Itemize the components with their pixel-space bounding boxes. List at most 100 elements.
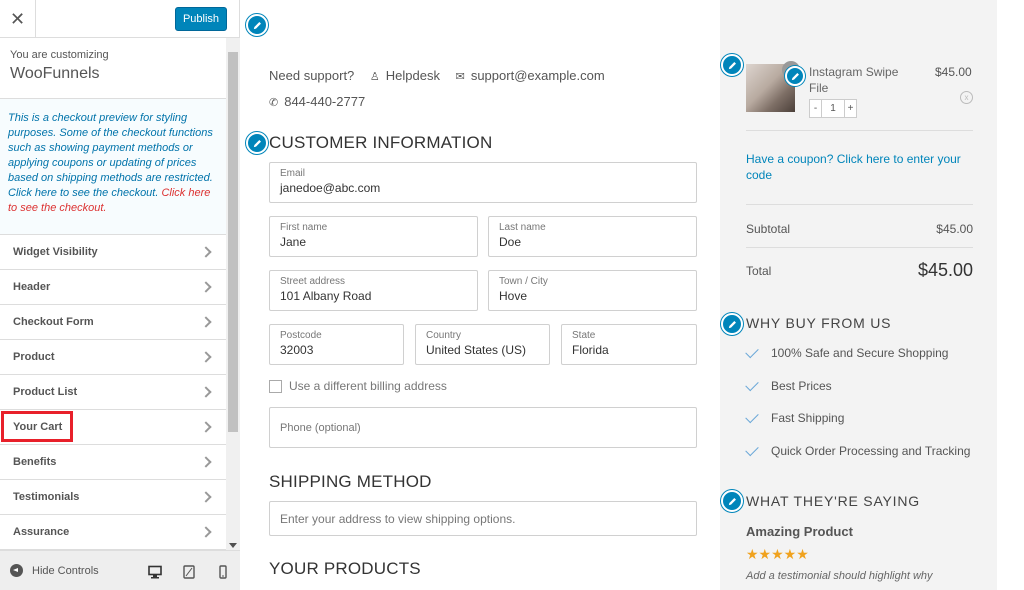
field-value: Doe: [499, 235, 522, 249]
collapse-arrow-icon[interactable]: [10, 564, 23, 577]
remove-item-button[interactable]: x: [960, 91, 973, 104]
testimonial-text: Add a testimonial should highlight why: [746, 570, 933, 582]
support-phone: ✆ 844-440-2777: [269, 94, 365, 109]
field-value: 32003: [280, 343, 314, 357]
divider: [746, 130, 973, 131]
country-select[interactable]: Country United States (US): [415, 324, 550, 365]
street-address-field[interactable]: Street address 101 Albany Road: [269, 270, 478, 311]
menu-item-assurance[interactable]: Assurance: [0, 515, 226, 550]
field-label: Postcode: [280, 330, 322, 341]
edit-header-pencil-icon[interactable]: [246, 14, 268, 36]
billing-address-option[interactable]: Use a different billing address: [269, 379, 447, 393]
user-icon: ♙: [369, 71, 380, 83]
highlight-box: [1, 411, 73, 442]
sidebar-footer: Hide Controls: [0, 550, 240, 590]
qty-decrease-button[interactable]: -: [809, 99, 822, 118]
sidebar-scrollbar[interactable]: [226, 38, 240, 550]
chevron-right-icon: [200, 456, 212, 468]
mobile-preview-icon[interactable]: [216, 565, 230, 579]
envelope-icon: ✉: [455, 71, 465, 83]
field-value: janedoe@abc.com: [280, 181, 381, 195]
qty-increase-button[interactable]: +: [844, 99, 857, 118]
product-price: $45.00: [935, 65, 972, 79]
publish-button[interactable]: Publish: [175, 7, 227, 31]
total-value: $45.00: [917, 260, 973, 280]
benefit-item: Best Prices: [745, 377, 832, 393]
benefit-text: Fast Shipping: [771, 411, 845, 425]
last-name-field[interactable]: Last name Doe: [488, 216, 697, 257]
phone-icon: ✆: [269, 97, 279, 109]
qty-input[interactable]: 1: [822, 99, 844, 118]
benefits-title: WHY BUY FROM US: [746, 315, 892, 331]
menu-item-product-list[interactable]: Product List: [0, 375, 226, 410]
field-value: United States (US): [426, 343, 527, 357]
state-select[interactable]: State Florida: [561, 324, 697, 365]
menu-item-label: Assurance: [13, 526, 70, 538]
menu-item-label: Header: [13, 281, 51, 293]
menu-item-label: Testimonials: [13, 491, 80, 503]
support-label: Need support?: [269, 68, 355, 83]
customizing-info: You are customizing WooFunnels: [0, 38, 226, 99]
edit-benefits-pencil-icon[interactable]: [721, 313, 743, 335]
chevron-right-icon: [200, 386, 212, 398]
menu-item-your-cart[interactable]: Your Cart: [0, 410, 226, 445]
hide-controls-button[interactable]: Hide Controls: [32, 565, 99, 577]
chevron-right-icon: [200, 491, 212, 503]
billing-address-checkbox[interactable]: [269, 379, 282, 393]
menu-item-checkout-form[interactable]: Checkout Form: [0, 305, 226, 340]
town-city-field[interactable]: Town / City Hove: [488, 270, 697, 311]
menu-item-product[interactable]: Product: [0, 340, 226, 375]
field-value: 101 Albany Road: [280, 289, 372, 303]
edit-product-pencil-icon[interactable]: [785, 66, 805, 86]
menu-item-label: Product List: [13, 386, 78, 398]
first-name-field[interactable]: First name Jane: [269, 216, 478, 257]
scroll-down-arrow-icon[interactable]: [229, 543, 237, 548]
chevron-right-icon: [200, 281, 212, 293]
total-label: Total: [746, 264, 772, 278]
shipping-method-title: SHIPPING METHOD: [269, 472, 432, 491]
preview-notice: This is a checkout preview for styling p…: [0, 99, 226, 235]
close-customizer-button[interactable]: ✕: [0, 0, 36, 38]
sidebar-scroll-area: You are customizing WooFunnels This is a…: [0, 38, 226, 550]
scrollbar-thumb[interactable]: [228, 52, 238, 432]
helpdesk-link[interactable]: Helpdesk: [386, 68, 440, 83]
desktop-preview-icon[interactable]: [148, 565, 162, 579]
customer-info-title: CUSTOMER INFORMATION: [269, 133, 493, 152]
notice-text: This is a checkout preview for styling p…: [8, 112, 213, 199]
phone-number[interactable]: 844-440-2777: [284, 94, 365, 109]
menu-item-testimonials[interactable]: Testimonials: [0, 480, 226, 515]
benefit-item: 100% Safe and Secure Shopping: [745, 344, 949, 360]
field-label: Last name: [499, 222, 546, 233]
edit-testimonials-pencil-icon[interactable]: [721, 490, 743, 512]
benefit-text: Best Prices: [771, 379, 832, 393]
chevron-right-icon: [200, 421, 212, 433]
edit-cart-pencil-icon[interactable]: [721, 54, 743, 76]
benefit-item: Fast Shipping: [745, 409, 845, 425]
field-label: Email: [280, 168, 306, 179]
menu-item-benefits[interactable]: Benefits: [0, 445, 226, 480]
customizing-name: WooFunnels: [10, 65, 100, 82]
menu-item-widget-visibility[interactable]: Widget Visibility: [0, 235, 226, 270]
menu-item-label: Checkout Form: [13, 316, 94, 328]
menu-item-label: Product: [13, 351, 55, 363]
checkmark-icon: [745, 409, 759, 423]
menu-item-header[interactable]: Header: [0, 270, 226, 305]
benefit-text: 100% Safe and Secure Shopping: [771, 346, 949, 360]
field-label: Country: [426, 330, 462, 341]
customizer-sidebar: ✕ Publish You are customizing WooFunnels…: [0, 0, 240, 590]
support-email-link[interactable]: support@example.com: [471, 68, 605, 83]
menu-item-label: Widget Visibility: [13, 246, 98, 258]
star-rating: ★★★★★: [746, 546, 809, 562]
subtotal-value: $45.00: [936, 222, 973, 236]
checkout-preview: Need support? ♙ Helpdesk ✉ support@example…: [240, 0, 720, 590]
edit-form-pencil-icon[interactable]: [246, 132, 268, 154]
quantity-stepper: - 1 +: [809, 99, 857, 118]
shipping-options-box: Enter your address to view shipping opti…: [269, 501, 697, 536]
benefit-item: Quick Order Processing and Tracking: [745, 442, 970, 458]
postcode-field[interactable]: Postcode 32003: [269, 324, 404, 365]
tablet-preview-icon[interactable]: [182, 565, 196, 579]
coupon-link[interactable]: Have a coupon? Click here to enter your …: [746, 151, 971, 183]
phone-field[interactable]: Phone (optional): [269, 407, 697, 448]
email-field[interactable]: Email janedoe@abc.com: [269, 162, 697, 203]
chevron-right-icon: [200, 526, 212, 538]
